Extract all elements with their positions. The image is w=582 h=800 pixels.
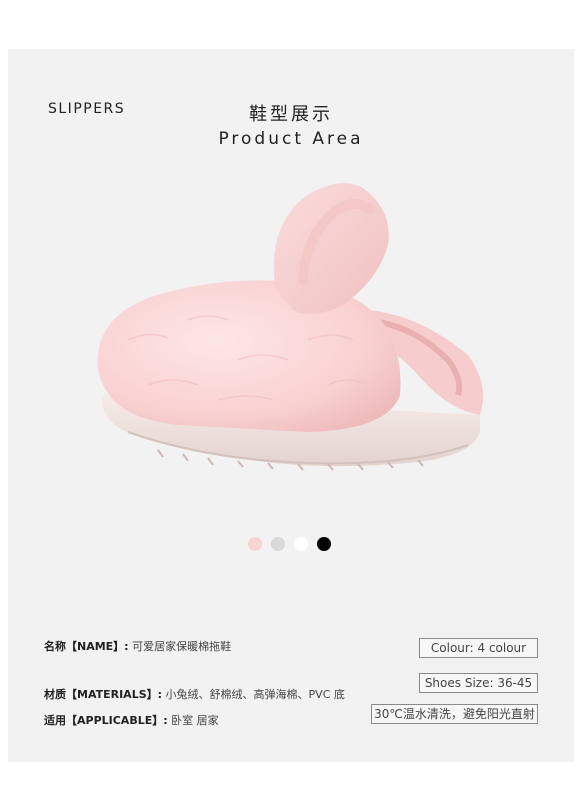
color-swatches [248,537,331,551]
size-box: Shoes Size: 36-45 [419,673,538,693]
spec-materials-label: 材质【MATERIALS】: [44,688,163,701]
colour-box: Colour: 4 colour [419,638,538,658]
white-swatch[interactable] [294,537,308,551]
pink-swatch[interactable] [248,537,262,551]
spec-applicable-value: 卧室 居家 [171,714,219,727]
spec-name-label: 名称【NAME】: [44,640,129,653]
spec-materials-value: 小兔绒、舒棉绒、高弹海棉、PVC 底 [165,688,345,701]
spec-materials: 材质【MATERIALS】: 小兔绒、舒棉绒、高弹海棉、PVC 底 [44,686,345,702]
black-swatch[interactable] [317,537,331,551]
spec-applicable: 适用【APPLICABLE】: 卧室 居家 [44,712,219,728]
page-title-cn: 鞋型展示 [249,104,333,125]
care-box: 30℃温水清洗，避免阳光直射 [371,704,538,724]
page-title-en: Product Area [218,129,364,149]
spec-name-value: 可爱居家保暖棉拖鞋 [132,640,232,653]
spec-name: 名称【NAME】: 可爱居家保暖棉拖鞋 [44,638,231,654]
bunny-ear-slipper-image [88,170,498,480]
grey-swatch[interactable] [271,537,285,551]
spec-applicable-label: 适用【APPLICABLE】: [44,714,168,727]
